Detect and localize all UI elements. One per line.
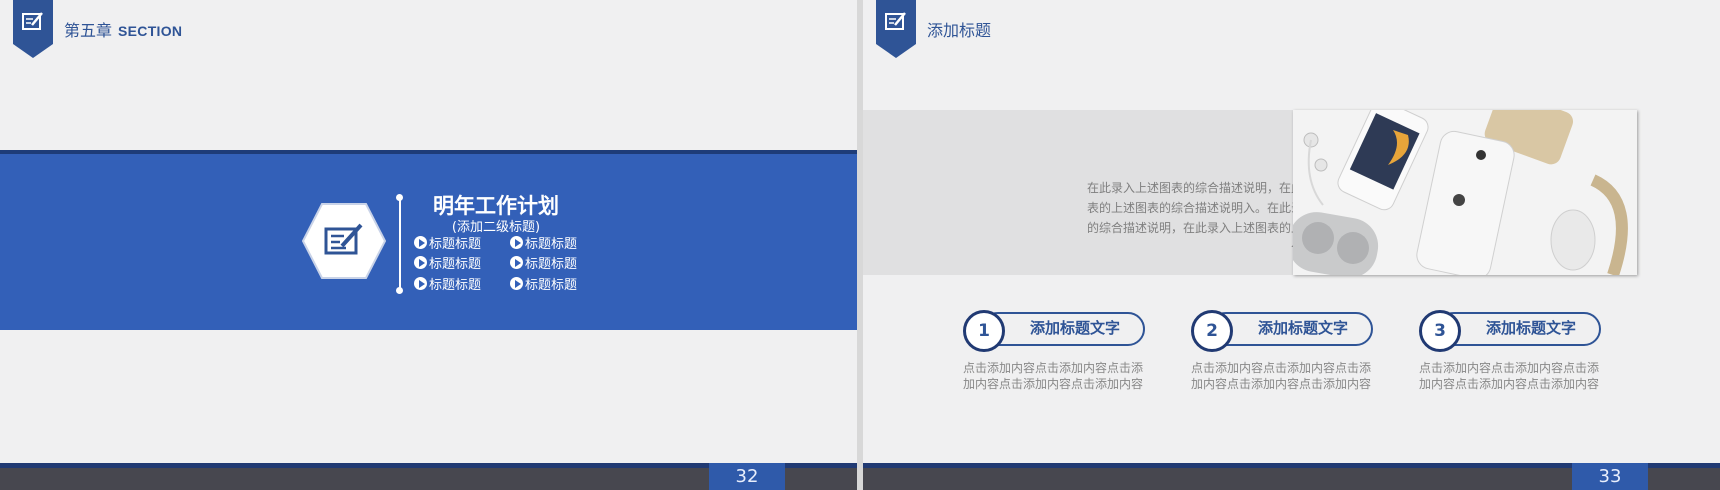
play-bullet-icon bbox=[414, 236, 427, 249]
section-label: SECTION bbox=[118, 23, 183, 39]
step-badge-1[interactable]: 添加标题文字 1 bbox=[963, 310, 1149, 352]
step-body-1: 点击添加内容点击添加内容点击添加内容点击添加内容点击添加内容 bbox=[963, 361, 1144, 391]
chapter-ribbon bbox=[13, 0, 53, 58]
plan-item-label: 标题标题 bbox=[429, 257, 482, 272]
step-label: 添加标题文字 bbox=[1485, 319, 1576, 337]
play-bullet-icon bbox=[510, 256, 523, 269]
step-label: 添加标题文字 bbox=[1029, 319, 1120, 337]
plan-item[interactable]: 标题标题 bbox=[510, 233, 577, 252]
chapter-ribbon bbox=[876, 0, 916, 58]
step-label: 添加标题文字 bbox=[1257, 319, 1348, 337]
edit-note-icon bbox=[13, 0, 53, 58]
step-number: 3 bbox=[1419, 310, 1461, 352]
step-body-3: 点击添加内容点击添加内容点击添加内容点击添加内容点击添加内容 bbox=[1419, 361, 1600, 391]
hexagon-badge bbox=[301, 202, 387, 280]
plan-item[interactable]: 标题标题 bbox=[414, 274, 481, 293]
step-number: 2 bbox=[1191, 310, 1233, 352]
edit-note-icon bbox=[876, 0, 916, 58]
step-body-2: 点击添加内容点击添加内容点击添加内容点击添加内容点击添加内容 bbox=[1191, 361, 1372, 391]
plan-item-label: 标题标题 bbox=[525, 278, 578, 293]
play-bullet-icon bbox=[510, 236, 523, 249]
step-number: 1 bbox=[963, 310, 1005, 352]
step-badge-2[interactable]: 添加标题文字 2 bbox=[1191, 310, 1377, 352]
plan-item-label: 标题标题 bbox=[429, 278, 482, 293]
play-bullet-icon bbox=[414, 277, 427, 290]
band-top-edge bbox=[0, 150, 857, 154]
page-number: 32 bbox=[709, 463, 785, 490]
step-badge-3[interactable]: 添加标题文字 3 bbox=[1419, 310, 1605, 352]
slide-title: 添加标题 bbox=[927, 21, 992, 40]
plan-item-label: 标题标题 bbox=[525, 237, 578, 252]
chapter-label: 第五章 bbox=[64, 21, 113, 40]
divider-dot-bottom bbox=[396, 287, 403, 294]
chapter-title: 第五章 SECTION bbox=[64, 17, 182, 41]
plan-item[interactable]: 标题标题 bbox=[414, 233, 481, 252]
edit-note-icon bbox=[301, 203, 387, 279]
plan-item[interactable]: 标题标题 bbox=[510, 253, 577, 272]
page-number: 33 bbox=[1572, 463, 1648, 490]
slide-33[interactable]: 添加标题 添加标题 在此录入上述图表的综合描述说明，在此录入上述图 表的上述图表… bbox=[863, 0, 1720, 490]
play-bullet-icon bbox=[414, 256, 427, 269]
play-bullet-icon bbox=[510, 277, 523, 290]
plan-item[interactable]: 标题标题 bbox=[510, 274, 577, 293]
plan-item-label: 标题标题 bbox=[525, 257, 578, 272]
product-photo bbox=[1293, 110, 1637, 275]
slide-32[interactable]: 第五章 SECTION 明年工作计划 (添加二级标题) 标题标题 标题标题 标题标… bbox=[0, 0, 857, 490]
plan-item-label: 标题标题 bbox=[429, 237, 482, 252]
plan-item[interactable]: 标题标题 bbox=[414, 253, 481, 272]
